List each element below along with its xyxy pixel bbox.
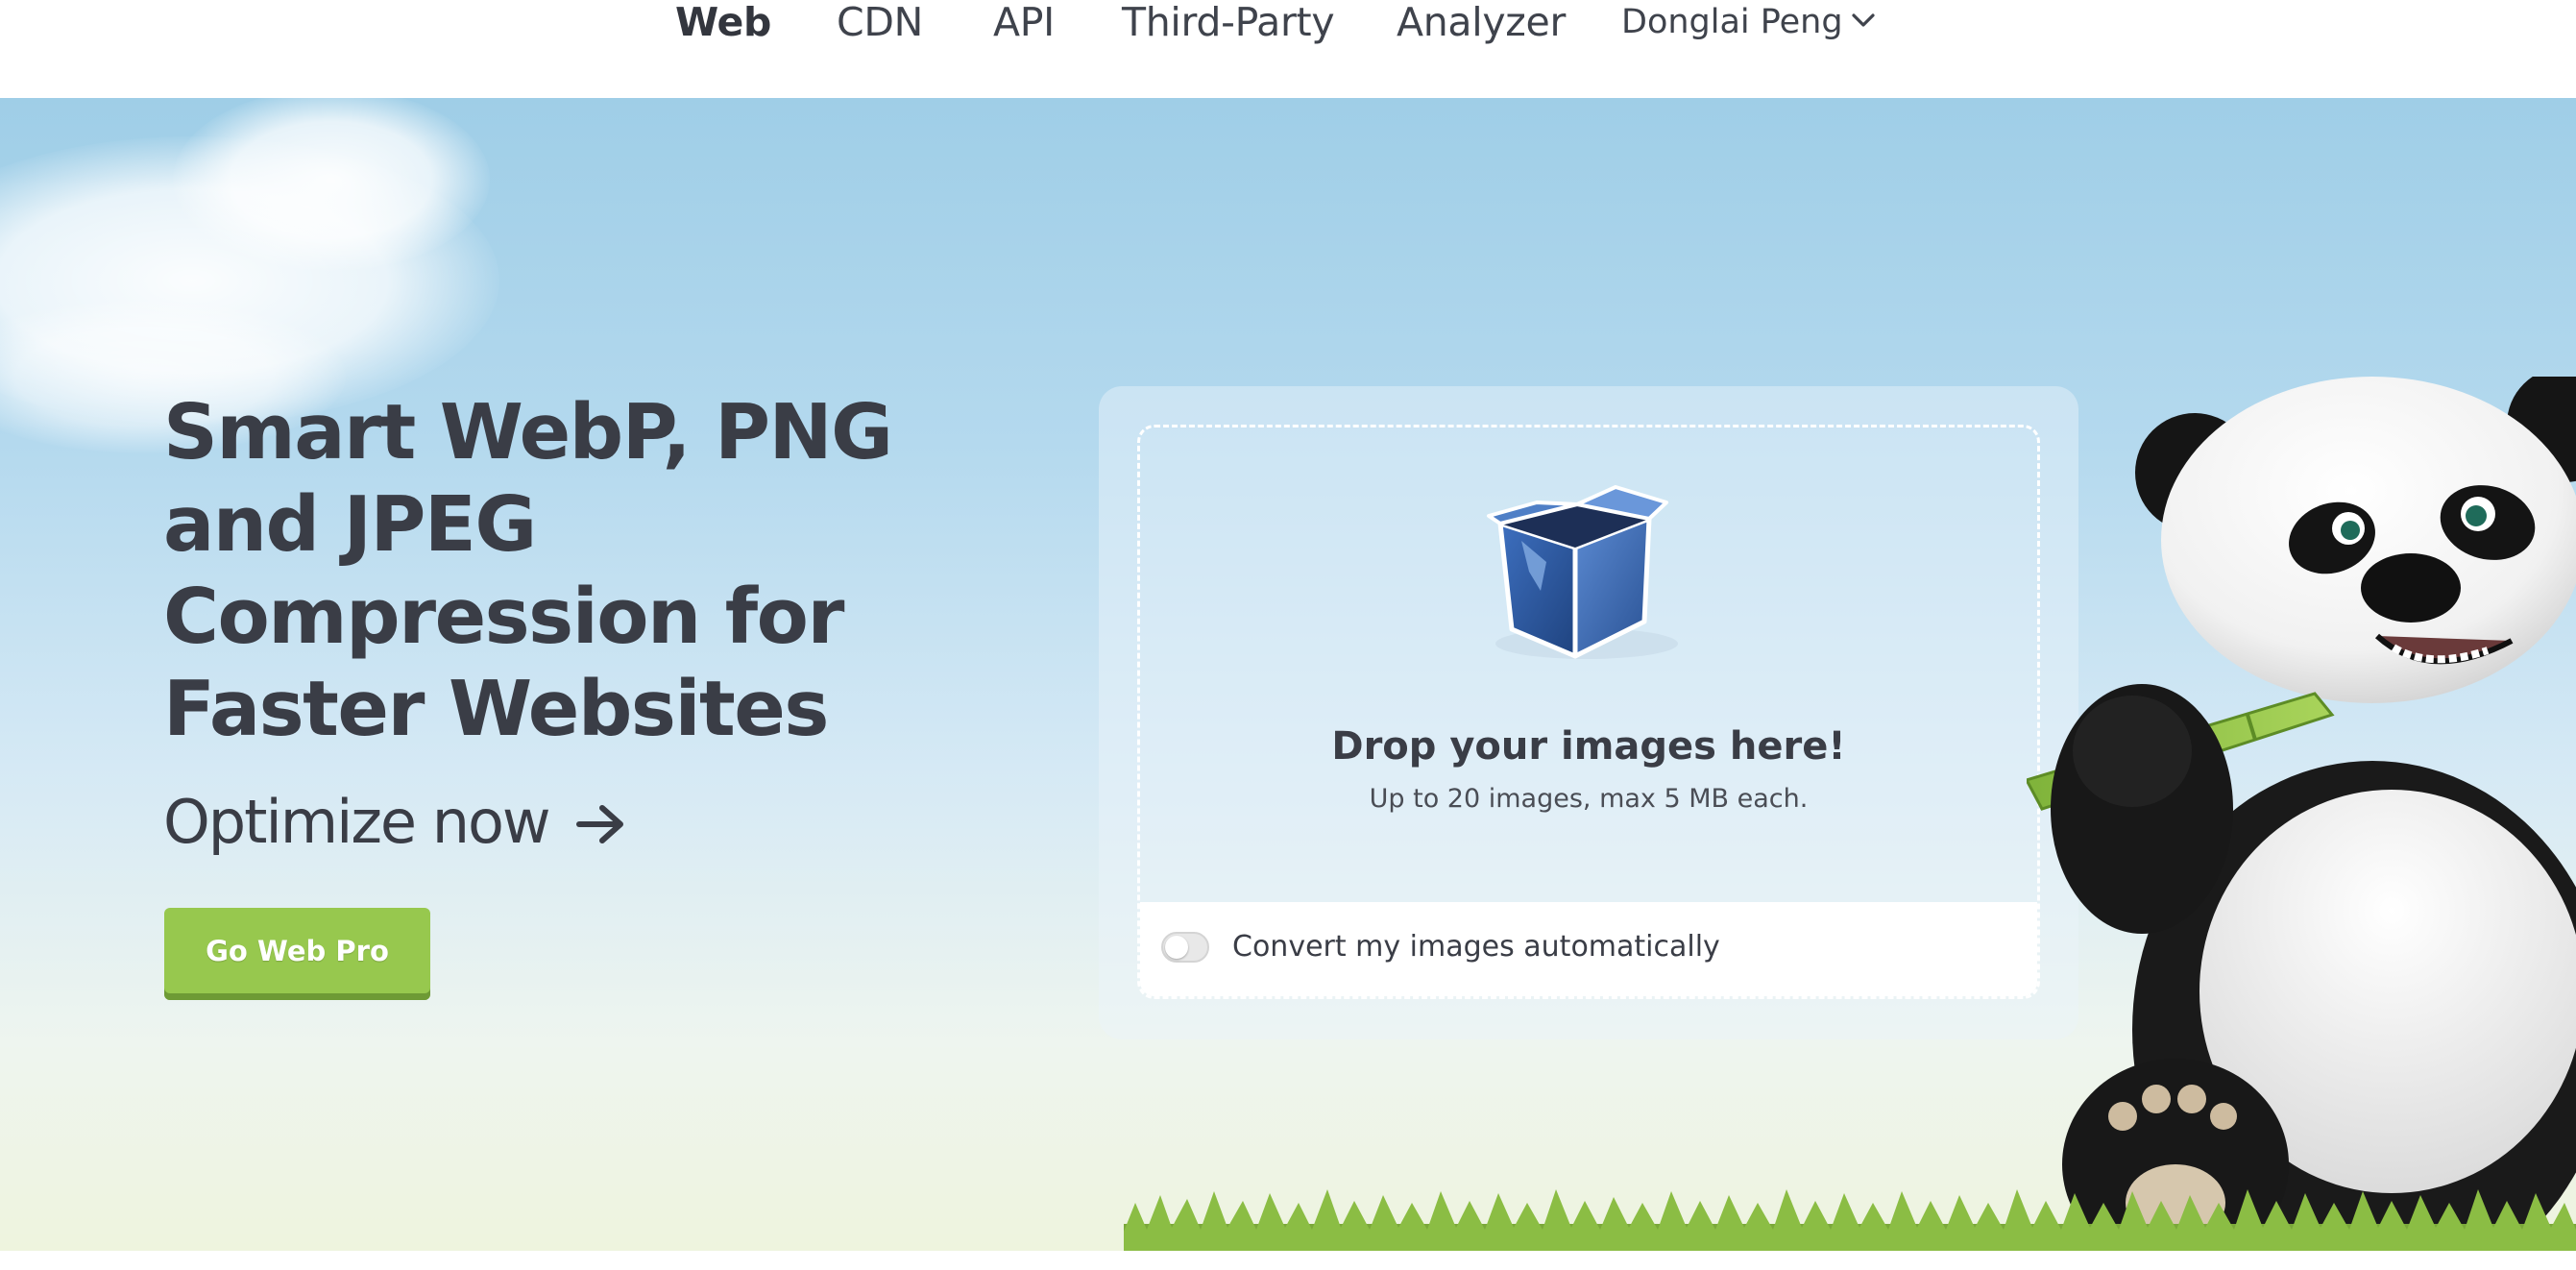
arrow-right-icon (575, 787, 627, 857)
nav-item-web[interactable]: Web (675, 0, 771, 44)
page-bottom-edge (0, 1251, 2576, 1270)
drop-title: Drop your images here! (1331, 724, 1846, 769)
nav-item-analyzer[interactable]: Analyzer (1397, 0, 1566, 44)
toggle-knob (1165, 936, 1188, 959)
user-name: Donglai Peng (1621, 3, 1843, 41)
optimize-now-link[interactable]: Optimize now (163, 788, 627, 857)
convert-toggle[interactable] (1161, 932, 1209, 963)
convert-label: Convert my images automatically (1232, 930, 1720, 964)
nav-item-third-party[interactable]: Third-Party (1122, 0, 1335, 44)
upload-card: Drop your images here! Up to 20 images, … (1099, 386, 2078, 1039)
top-navigation: Web CDN API Third-Party Analyzer Donglai… (0, 0, 2576, 98)
convert-option-bar: Convert my images automatically (1140, 902, 2037, 996)
user-menu[interactable]: Donglai Peng (1621, 2, 1875, 42)
drop-subtitle: Up to 20 images, max 5 MB each. (1369, 784, 1809, 814)
hero-section: Smart WebP, PNG and JPEG Compression for… (0, 98, 2576, 1251)
grass-decoration (1124, 1189, 2576, 1251)
hero-headline: Smart WebP, PNG and JPEG Compression for… (163, 388, 893, 753)
optimize-now-label: Optimize now (163, 787, 551, 857)
chevron-down-icon (1852, 13, 1875, 27)
image-dropzone[interactable]: Drop your images here! Up to 20 images, … (1137, 425, 2040, 999)
nav-item-api[interactable]: API (993, 0, 1055, 44)
go-web-pro-button[interactable]: Go Web Pro (164, 908, 430, 1000)
panda-mascot-image (2027, 377, 2576, 1251)
box-icon (1487, 485, 1678, 659)
nav-item-cdn[interactable]: CDN (837, 0, 923, 44)
